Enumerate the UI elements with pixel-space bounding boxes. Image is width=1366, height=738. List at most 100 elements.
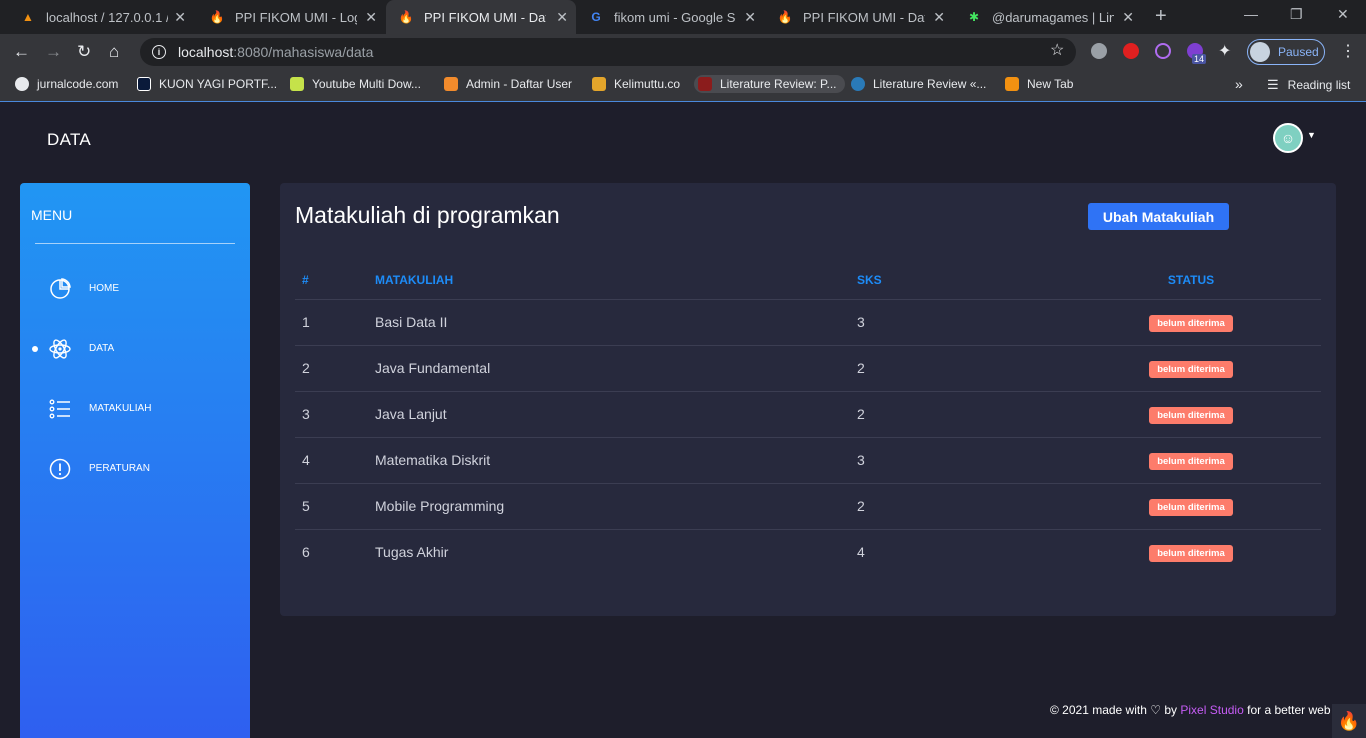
xampp-icon — [444, 77, 458, 91]
adblock-icon[interactable] — [1123, 43, 1139, 59]
reading-list-button[interactable]: ☰ Reading list — [1267, 77, 1350, 93]
course-name: Java Fundamental — [375, 345, 857, 392]
home-icon[interactable]: ⌂ — [109, 42, 119, 62]
browser-tab[interactable]: ✱ @darumagames | Linkt ✕ — [954, 0, 1142, 34]
browser-tab[interactable]: 🔥 PPI FIKOM UMI - Login ✕ — [197, 0, 385, 34]
bookmark-label: New Tab — [1027, 77, 1074, 91]
status-badge: belum diterima — [1149, 452, 1233, 470]
sidebar: MENU HOME DATA MATAKULIAH PERATURAN — [20, 183, 250, 738]
heart-icon: ♡ — [1150, 703, 1162, 717]
status-badge: belum diterima — [1149, 544, 1233, 562]
extension-icon[interactable] — [1155, 43, 1171, 59]
avatar[interactable]: ☺ — [1273, 123, 1303, 153]
close-tab-icon[interactable]: ✕ — [933, 9, 945, 26]
course-sks: 2 — [857, 345, 1061, 392]
column-header-number: # — [295, 261, 375, 300]
linktree-icon: ✱ — [968, 10, 980, 24]
bookmark-label: Kelimuttu.co — [614, 77, 681, 91]
pineapple-icon — [592, 77, 606, 91]
bookmark-item[interactable]: Kelimuttu.co — [592, 77, 680, 91]
close-tab-icon[interactable]: ✕ — [1122, 9, 1134, 26]
course-sks: 2 — [857, 483, 1061, 530]
sidebar-item-home[interactable]: HOME — [20, 269, 250, 309]
course-name: Mobile Programming — [375, 483, 857, 530]
new-tab-icon[interactable]: + — [1155, 5, 1167, 28]
reading-list-label: Reading list — [1287, 78, 1351, 92]
browser-tab[interactable]: ▲ localhost / 127.0.0.1 / s ✕ — [8, 0, 194, 34]
sidebar-item-matakuliah[interactable]: MATAKULIAH — [20, 389, 250, 429]
tab-title: fikom umi - Google Sea — [614, 9, 736, 25]
course-name: Matematika Diskrit — [375, 437, 857, 484]
sidebar-item-label: MATAKULIAH — [89, 403, 152, 414]
bookmark-item[interactable]: KUON YAGI PORTF... — [137, 77, 277, 91]
phpmyadmin-icon — [1005, 77, 1019, 91]
browser-tab[interactable]: G fikom umi - Google Sea ✕ — [576, 0, 764, 34]
row-number: 6 — [302, 544, 310, 561]
table-row: 2 Java Fundamental 2 belum diterima — [295, 345, 1321, 392]
bookmark-label: Admin - Daftar User — [466, 77, 573, 91]
sidebar-divider — [35, 243, 235, 244]
bookmark-item[interactable]: New Tab — [1005, 77, 1073, 91]
browser-menu-icon[interactable]: ⋮ — [1340, 41, 1356, 61]
bookmark-item[interactable]: Admin - Daftar User — [444, 77, 572, 91]
sidebar-item-data[interactable]: DATA — [20, 329, 250, 369]
profile-status: Paused — [1278, 45, 1319, 59]
chevron-down-icon[interactable]: ▼ — [1307, 130, 1316, 140]
alert-circle-icon — [49, 458, 71, 480]
sidebar-item-label: PERATURAN — [89, 463, 150, 474]
table-row: 6 Tugas Akhir 4 belum diterima — [295, 529, 1321, 575]
bookmark-item[interactable]: jurnalcode.com — [15, 77, 118, 91]
bookmarks-bar: jurnalcode.com KUON YAGI PORTF... Youtub… — [0, 70, 1366, 102]
course-name: Java Lanjut — [375, 391, 857, 438]
profile-button[interactable]: Paused — [1247, 39, 1325, 65]
footer-prefix: © 2021 made with — [1050, 703, 1147, 717]
page-title: DATA — [47, 130, 92, 149]
close-tab-icon[interactable]: ✕ — [744, 9, 756, 26]
back-icon[interactable]: ← — [13, 42, 30, 62]
footer-suffix: for a better web — [1247, 703, 1331, 717]
close-window-icon[interactable]: ✕ — [1337, 6, 1349, 23]
footer-by: by — [1164, 703, 1178, 717]
close-tab-icon[interactable]: ✕ — [365, 9, 377, 26]
column-header-status: STATUS — [1061, 261, 1321, 300]
row-number: 4 — [295, 437, 375, 484]
restore-icon[interactable]: ❐ — [1290, 6, 1303, 23]
extension-icon[interactable] — [1091, 43, 1107, 59]
sidebar-item-peraturan[interactable]: PERATURAN — [20, 449, 250, 489]
browser-tab[interactable]: 🔥 PPI FIKOM UMI - Data ✕ — [765, 0, 953, 34]
google-icon: G — [591, 10, 601, 24]
codeigniter-toolbar-icon[interactable]: 🔥 — [1332, 704, 1366, 738]
site-icon — [698, 77, 712, 91]
bookmark-label: jurnalcode.com — [37, 77, 119, 91]
status-badge: belum diterima — [1149, 498, 1233, 516]
tab-title: PPI FIKOM UMI - Login — [235, 9, 357, 25]
bookmarks-overflow-icon[interactable]: » — [1235, 76, 1243, 92]
bookmark-star-icon[interactable]: ☆ — [1050, 40, 1064, 60]
extensions-puzzle-icon[interactable]: ✦ — [1218, 41, 1231, 61]
bookmark-item[interactable]: Youtube Multi Dow... — [290, 77, 421, 91]
reload-icon[interactable]: ↻ — [77, 42, 91, 62]
close-tab-icon[interactable]: ✕ — [174, 9, 186, 26]
minimize-icon[interactable]: — — [1244, 6, 1258, 22]
forward-icon[interactable]: → — [45, 42, 62, 62]
footer-brand-link[interactable]: Pixel Studio — [1180, 703, 1243, 717]
table-row: 1 Basi Data II 3 belum diterima — [295, 299, 1321, 346]
site-info-icon[interactable]: i — [152, 45, 166, 59]
url-host: localhost — [178, 44, 234, 60]
list-icon — [49, 399, 70, 419]
bookmark-item[interactable]: Literature Review: P... — [694, 75, 845, 93]
row-number: 2 — [295, 345, 375, 392]
row-number: 1 — [295, 299, 375, 346]
edit-courses-button[interactable]: Ubah Matakuliah — [1088, 203, 1229, 230]
close-tab-icon[interactable]: ✕ — [556, 9, 568, 26]
phpmyadmin-icon: ▲ — [22, 10, 34, 24]
reading-list-icon: ☰ — [1267, 77, 1279, 92]
pie-chart-icon — [50, 278, 71, 299]
bookmark-item[interactable]: Literature Review «... — [851, 77, 986, 91]
address-bar[interactable]: i localhost:8080/mahasiswa/data — [140, 38, 1076, 66]
browser-tab-active[interactable]: 🔥 PPI FIKOM UMI - Data ✕ — [386, 0, 576, 34]
table-header-row: # MATAKULIAH SKS STATUS — [295, 261, 1321, 300]
sidebar-item-label: DATA — [89, 343, 115, 354]
table-row: 5 Mobile Programming 2 belum diterima — [295, 483, 1321, 530]
sidebar-title: MENU — [31, 207, 73, 223]
